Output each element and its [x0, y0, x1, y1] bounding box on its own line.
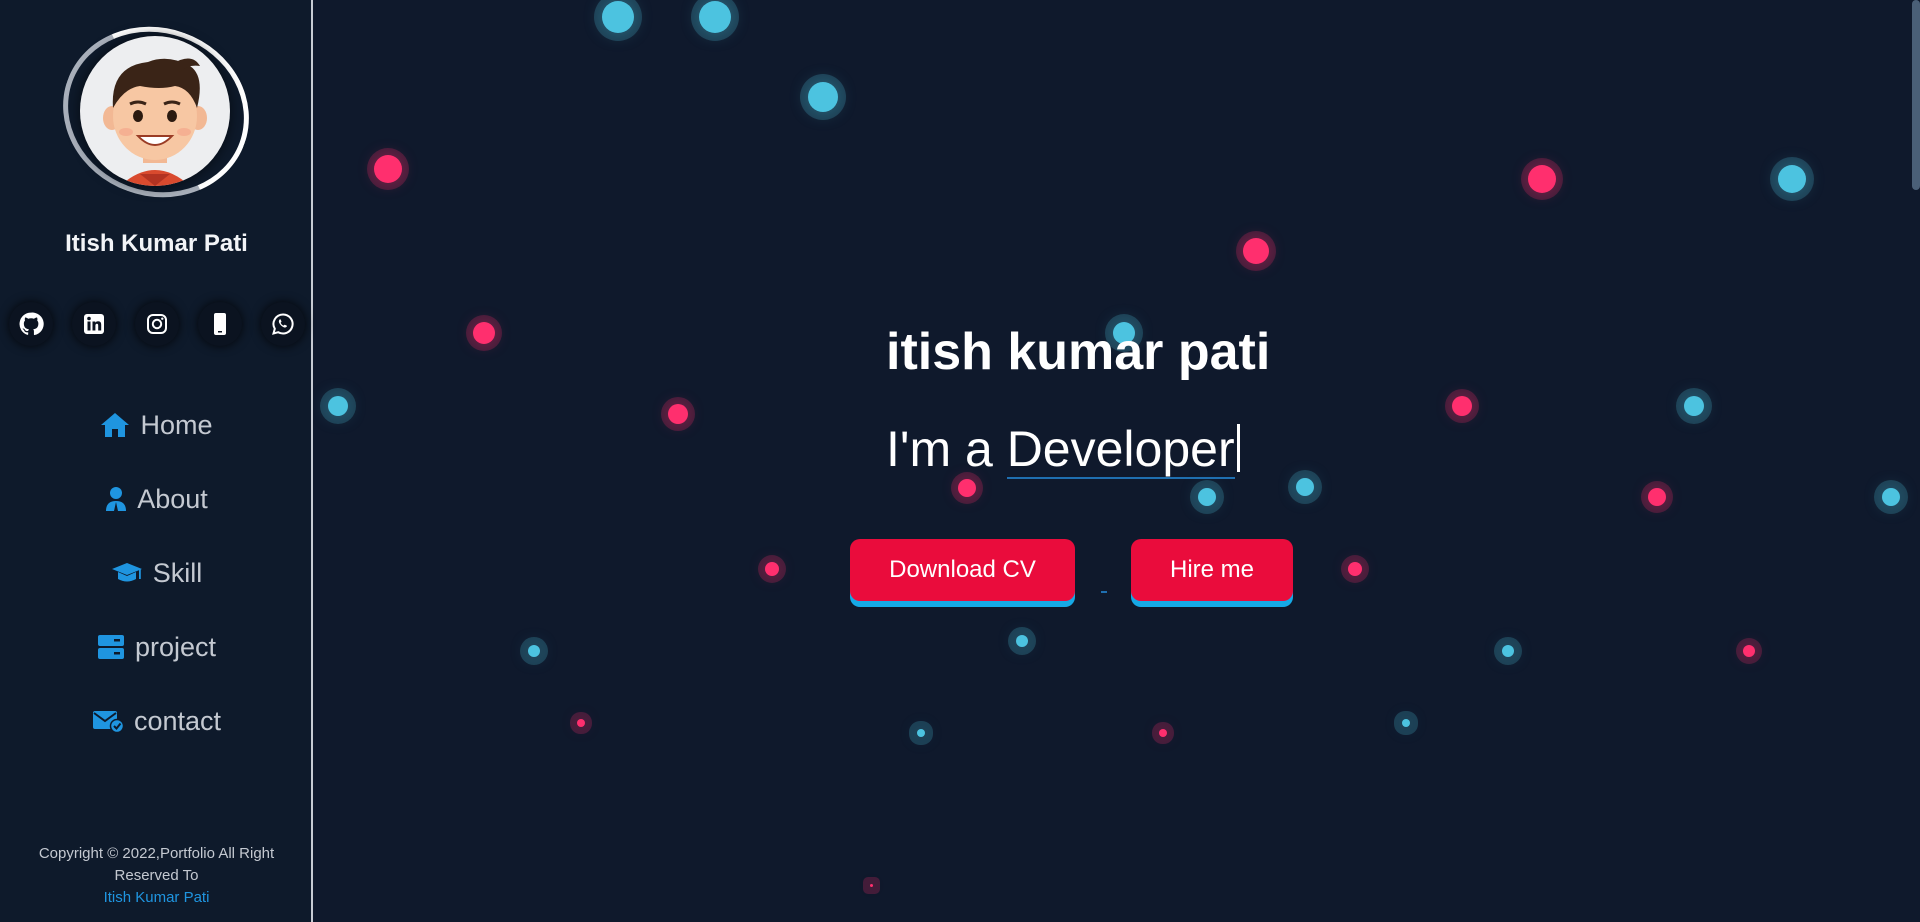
- nav-label-skill: Skill: [152, 557, 203, 588]
- home-icon: [101, 413, 130, 437]
- user-icon: [106, 487, 127, 511]
- github-icon: [19, 312, 44, 336]
- button-separator: [1101, 591, 1107, 593]
- download-cv-button[interactable]: Download CV: [850, 539, 1075, 601]
- particle-dot: [1502, 645, 1514, 657]
- particle-dot: [1016, 635, 1028, 647]
- particle-dot: [699, 1, 731, 33]
- particle-dot: [765, 562, 779, 576]
- server-icon: [97, 635, 124, 659]
- linkedin-icon: [84, 314, 104, 334]
- copyright-footer: Copyright © 2022,Portfolio All Right Res…: [0, 843, 313, 909]
- typing-caret: [1236, 424, 1240, 472]
- github-link[interactable]: [9, 302, 53, 346]
- particle-dot: [577, 719, 585, 727]
- copyright-author-link[interactable]: Itish Kumar Pati: [0, 887, 313, 909]
- particle-dot: [1243, 238, 1269, 264]
- particle-dot: [602, 1, 634, 33]
- nav-label-home: Home: [140, 409, 213, 440]
- phone-icon: [214, 313, 226, 335]
- particle-dot: [1528, 165, 1556, 193]
- particle-dot: [917, 729, 925, 737]
- graduation-cap-icon: [111, 563, 142, 582]
- particle-dot: [668, 404, 688, 424]
- hero-section: itish kumar pati I'm a Developer Downloa…: [313, 0, 1920, 922]
- copyright-reserved: Reserved To: [114, 867, 199, 884]
- particle-dot: [328, 396, 348, 416]
- nav-item-skill[interactable]: Skill: [0, 536, 313, 610]
- particle-dot: [528, 645, 540, 657]
- mail-check-icon: [92, 711, 124, 733]
- particle-dot: [374, 155, 402, 183]
- avatar: [80, 36, 230, 186]
- cartoon-avatar-icon: [103, 58, 207, 186]
- sidebar-nav: Home About Skill project contact: [0, 388, 313, 758]
- particle-dot: [1296, 478, 1314, 496]
- particle-dot: [1882, 488, 1900, 506]
- particle-dot: [808, 82, 838, 112]
- nav-item-contact[interactable]: contact: [0, 684, 313, 758]
- nav-label-project: project: [134, 631, 217, 662]
- particle-dot: [1198, 488, 1216, 506]
- hero-subtitle: I'm a Developer: [886, 420, 1240, 479]
- particle-dot: [958, 479, 976, 497]
- particle-dot: [1159, 729, 1167, 737]
- particle-dot: [1778, 165, 1806, 193]
- particle-dot: [1648, 488, 1666, 506]
- whatsapp-icon: [272, 313, 294, 335]
- nav-item-home[interactable]: Home: [0, 388, 313, 462]
- particle-dot: [1402, 719, 1410, 727]
- hero-prefix: I'm a: [886, 421, 1007, 477]
- whatsapp-link[interactable]: [261, 302, 305, 346]
- nav-item-about[interactable]: About: [0, 462, 313, 536]
- particle-dot: [1348, 562, 1362, 576]
- particle-dot: [1743, 645, 1755, 657]
- linkedin-link[interactable]: [72, 302, 116, 346]
- nav-label-contact: contact: [133, 705, 222, 736]
- copyright-text: Copyright © 2022,Portfolio All Right: [38, 845, 275, 862]
- hero-title: itish kumar pati: [886, 323, 1271, 381]
- scrollbar-thumb[interactable]: [1912, 0, 1920, 190]
- particle-dot: [1452, 396, 1472, 416]
- instagram-link[interactable]: [135, 302, 179, 346]
- particle-dot: [870, 884, 873, 887]
- nav-label-about: About: [137, 483, 208, 514]
- typed-role-text: Developer: [1006, 421, 1235, 479]
- social-links: [9, 302, 305, 346]
- sidebar: Itish Kumar Pati Home About Skill projec…: [0, 0, 313, 922]
- nav-item-project[interactable]: project: [0, 610, 313, 684]
- hire-me-button[interactable]: Hire me: [1131, 539, 1293, 601]
- instagram-icon: [147, 314, 167, 334]
- profile-name: Itish Kumar Pati: [65, 230, 248, 257]
- particle-dot: [1684, 396, 1704, 416]
- phone-link[interactable]: [198, 302, 242, 346]
- profile-avatar-frame: [38, 0, 274, 224]
- particle-dot: [473, 322, 495, 344]
